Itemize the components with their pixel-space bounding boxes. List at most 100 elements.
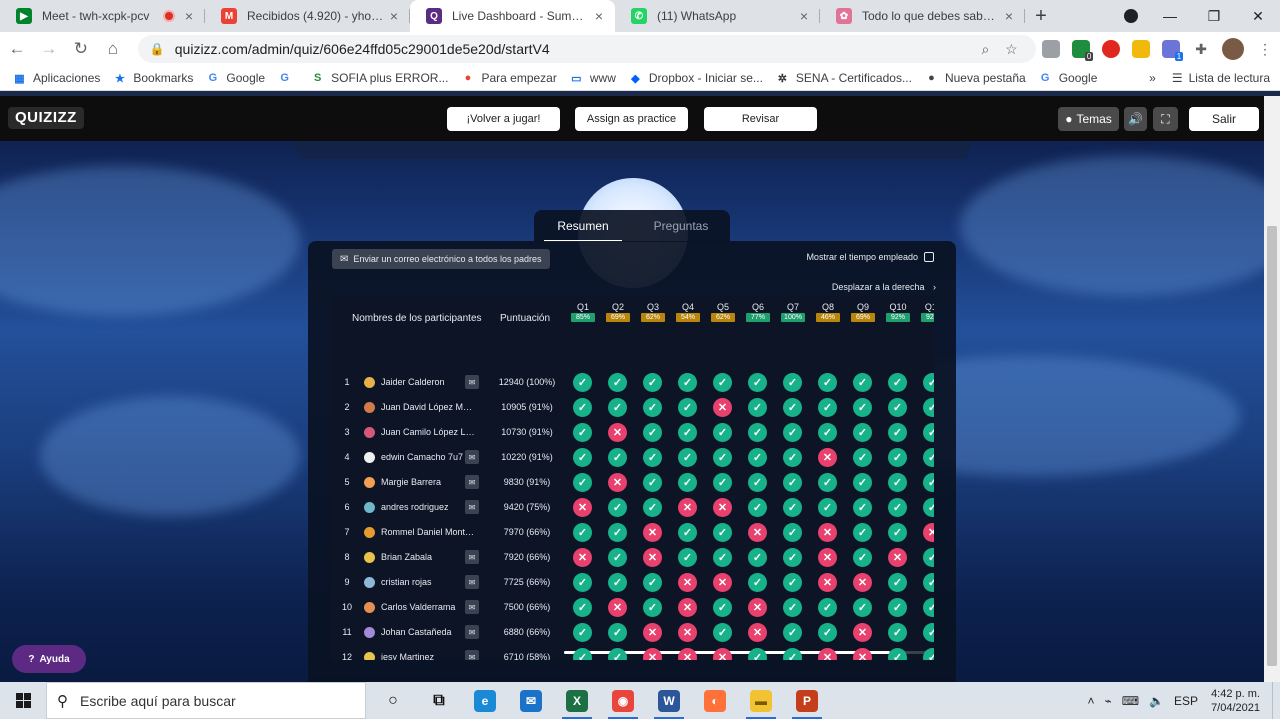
tab-summary[interactable]: Resumen <box>534 210 632 242</box>
correct-answer-icon[interactable]: ✓ <box>643 598 662 617</box>
correct-answer-icon[interactable]: ✓ <box>923 648 934 660</box>
correct-answer-icon[interactable]: ✓ <box>853 598 872 617</box>
input-method-icon[interactable]: ⌨ <box>1122 694 1139 708</box>
incorrect-answer-icon[interactable]: ✕ <box>678 598 697 617</box>
incorrect-answer-icon[interactable]: ✕ <box>643 523 662 542</box>
incorrect-answer-icon[interactable]: ✕ <box>608 598 627 617</box>
email-parent-icon[interactable]: ✉ <box>465 500 479 514</box>
taskbar-powerpoint-icon[interactable]: P <box>784 682 830 719</box>
tab-close-icon[interactable]: × <box>796 8 812 24</box>
correct-answer-icon[interactable]: ✓ <box>783 448 802 467</box>
address-bar[interactable]: 🔒 quizizz.com/admin/quiz/606e24ffd05c290… <box>137 35 1037 63</box>
correct-answer-icon[interactable]: ✓ <box>888 448 907 467</box>
taskbar-file-explorer-icon[interactable]: ▬ <box>738 682 784 719</box>
review-button[interactable]: Revisar <box>704 107 817 131</box>
correct-answer-icon[interactable]: ✓ <box>748 573 767 592</box>
tab-questions[interactable]: Preguntas <box>632 210 730 242</box>
tab-close-icon[interactable]: × <box>181 8 197 24</box>
table-row[interactable]: 6 andres rodriguez ✉ 9420 (75%) ✕ ✓ ✓ ✕ ✕ ✓ ✓ ✓ ✓ ✓ ✓ <box>330 495 934 520</box>
correct-answer-icon[interactable]: ✓ <box>608 548 627 567</box>
correct-answer-icon[interactable]: ✓ <box>853 498 872 517</box>
correct-answer-icon[interactable]: ✓ <box>923 373 934 392</box>
network-icon[interactable]: ⌁ <box>1105 694 1112 708</box>
correct-answer-icon[interactable]: ✓ <box>783 423 802 442</box>
bookmark-item[interactable]: ● Para empezar <box>460 71 557 86</box>
table-row[interactable]: 3 Juan Camilo López Lar... 10730 (91%) ✓ ✕ ✓ ✓… <box>330 420 934 445</box>
correct-answer-icon[interactable]: ✓ <box>853 373 872 392</box>
correct-answer-icon[interactable]: ✓ <box>608 448 627 467</box>
correct-answer-icon[interactable]: ✓ <box>783 598 802 617</box>
incorrect-answer-icon[interactable]: ✕ <box>678 648 697 660</box>
correct-answer-icon[interactable]: ✓ <box>888 373 907 392</box>
bookmark-item[interactable]: ◆ Dropbox - Iniciar se... <box>628 71 763 86</box>
table-row[interactable]: 9 cristian rojas ✉ 7725 (66%) ✓ ✓ ✓ ✕ ✕ ✓ ✓ ✕ ✕ ✓ ✓ <box>330 570 934 595</box>
correct-answer-icon[interactable]: ✓ <box>888 523 907 542</box>
correct-answer-icon[interactable]: ✓ <box>608 573 627 592</box>
incorrect-answer-icon[interactable]: ✕ <box>853 623 872 642</box>
correct-answer-icon[interactable]: ✓ <box>573 398 592 417</box>
participant-name[interactable]: Margie Barrera <box>381 477 477 487</box>
participant-name[interactable]: edwin Camacho 7u7 <box>381 452 477 462</box>
taskbar-mail-icon[interactable]: ✉ <box>508 682 554 719</box>
email-parent-icon[interactable]: ✉ <box>465 625 479 639</box>
correct-answer-icon[interactable]: ✓ <box>853 548 872 567</box>
correct-answer-icon[interactable]: ✓ <box>678 398 697 417</box>
incorrect-answer-icon[interactable]: ✕ <box>643 623 662 642</box>
incorrect-answer-icon[interactable]: ✕ <box>678 498 697 517</box>
shield-extension-icon[interactable]: 0 <box>1066 34 1096 64</box>
correct-answer-icon[interactable]: ✓ <box>573 373 592 392</box>
correct-answer-icon[interactable]: ✓ <box>748 498 767 517</box>
correct-answer-icon[interactable]: ✓ <box>783 648 802 660</box>
correct-answer-icon[interactable]: ✓ <box>888 398 907 417</box>
correct-answer-icon[interactable]: ✓ <box>783 498 802 517</box>
correct-answer-icon[interactable]: ✓ <box>783 573 802 592</box>
participant-name[interactable]: andres rodriguez <box>381 502 477 512</box>
correct-answer-icon[interactable]: ✓ <box>818 498 837 517</box>
email-parent-icon[interactable]: ✉ <box>465 575 479 589</box>
email-parent-icon[interactable]: ✉ <box>465 600 479 614</box>
scroll-right-link[interactable]: Desplazar a la derecha › <box>832 282 936 292</box>
incorrect-answer-icon[interactable]: ✕ <box>678 623 697 642</box>
language-indicator[interactable]: ESP <box>1174 694 1198 708</box>
correct-answer-icon[interactable]: ✓ <box>573 648 592 660</box>
correct-answer-icon[interactable]: ✓ <box>678 423 697 442</box>
table-row[interactable]: 2 Juan David López Mar... 10905 (91%) ✓ ✓ ✓ ✓ ✕… <box>330 395 934 420</box>
bookmark-item[interactable]: ● Nueva pestaña <box>924 71 1026 86</box>
tab-close-icon[interactable]: × <box>591 8 607 24</box>
email-parent-icon[interactable]: ✉ <box>465 375 479 389</box>
bookmark-item[interactable]: ▭ www <box>569 71 616 86</box>
bookmark-item[interactable]: G Google <box>1038 71 1097 86</box>
participant-name[interactable]: Johan Castañeda <box>381 627 477 637</box>
correct-answer-icon[interactable]: ✓ <box>608 623 627 642</box>
taskbar-task-view-icon[interactable]: ⧉ <box>416 682 462 719</box>
taskbar-edge-icon[interactable]: e <box>462 682 508 719</box>
correct-answer-icon[interactable]: ✓ <box>608 648 627 660</box>
table-row[interactable]: 5 Margie Barrera ✉ 9830 (91%) ✓ ✕ ✓ ✓ ✓ ✓ ✓ ✓ ✓ ✓ ✓ <box>330 470 934 495</box>
correct-answer-icon[interactable]: ✓ <box>608 398 627 417</box>
correct-answer-icon[interactable]: ✓ <box>678 448 697 467</box>
correct-answer-icon[interactable]: ✓ <box>573 623 592 642</box>
close-window-icon[interactable]: ✕ <box>1236 0 1280 32</box>
correct-answer-icon[interactable]: ✓ <box>923 548 934 567</box>
incorrect-answer-icon[interactable]: ✕ <box>818 548 837 567</box>
incorrect-answer-icon[interactable]: ✕ <box>748 523 767 542</box>
themes-button[interactable]: ● Temas <box>1058 107 1119 131</box>
correct-answer-icon[interactable]: ✓ <box>573 523 592 542</box>
table-row[interactable]: 7 Rommel Daniel Monta... 7970 (66%) ✓ ✓ ✕ ✓ ✓ ✕ ✓… <box>330 520 934 545</box>
avatar[interactable] <box>1222 38 1245 60</box>
correct-answer-icon[interactable]: ✓ <box>608 523 627 542</box>
correct-answer-icon[interactable]: ✓ <box>783 623 802 642</box>
correct-answer-icon[interactable]: ✓ <box>748 648 767 660</box>
opera-extension-icon[interactable] <box>1096 34 1126 64</box>
taskbar-excel-icon[interactable]: X <box>554 682 600 719</box>
incorrect-answer-icon[interactable]: ✕ <box>818 573 837 592</box>
correct-answer-icon[interactable]: ✓ <box>713 523 732 542</box>
incorrect-answer-icon[interactable]: ✕ <box>608 423 627 442</box>
correct-answer-icon[interactable]: ✓ <box>678 548 697 567</box>
assign-practice-button[interactable]: Assign as practice <box>575 107 688 131</box>
incorrect-answer-icon[interactable]: ✕ <box>818 523 837 542</box>
taskbar-search-input[interactable]: ⚲ Escribe aquí para buscar <box>46 682 366 719</box>
correct-answer-icon[interactable]: ✓ <box>748 448 767 467</box>
browser-tab[interactable]: ✆ (11) WhatsApp × <box>615 0 820 32</box>
correct-answer-icon[interactable]: ✓ <box>678 523 697 542</box>
